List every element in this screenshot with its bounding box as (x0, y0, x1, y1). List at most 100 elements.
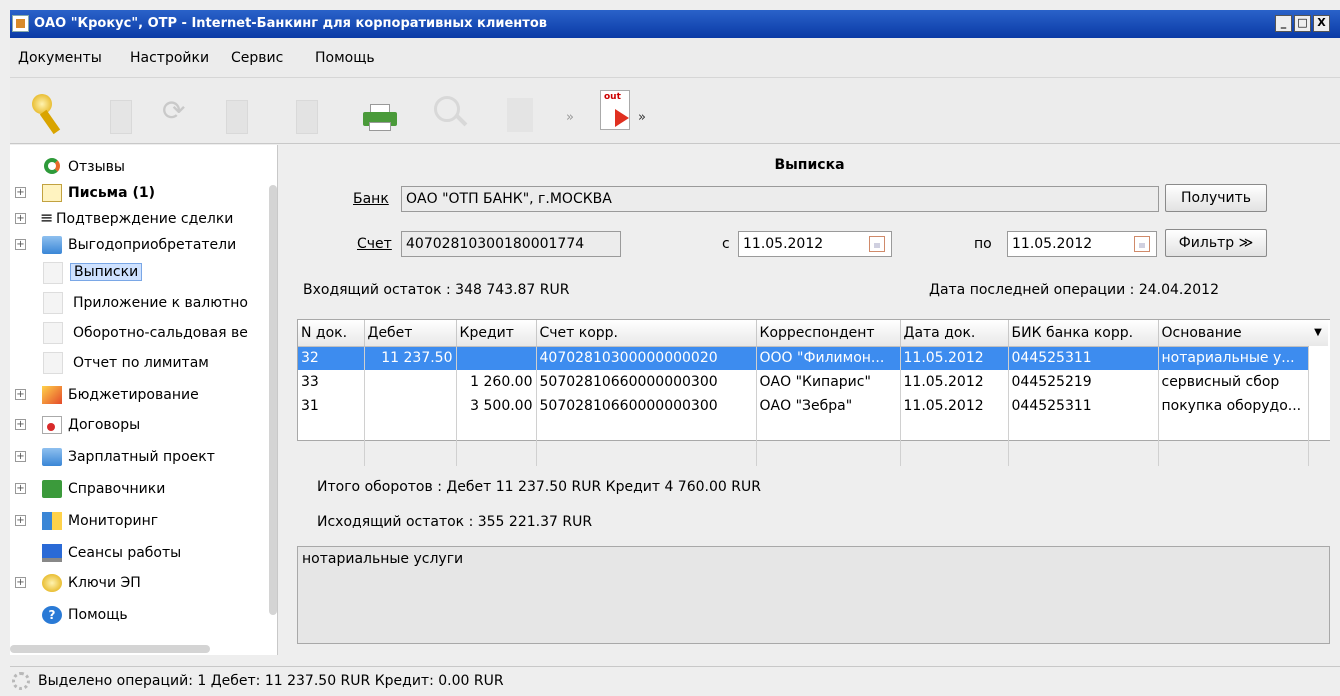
bank-field[interactable]: ОАО "ОТП БАНК", г.МОСКВА (401, 186, 1159, 212)
key-icon[interactable] (30, 88, 70, 134)
account-field[interactable]: 40702810300180001774 (401, 231, 621, 257)
expand-icon[interactable]: + (15, 213, 26, 224)
refresh-icon[interactable]: ⟳ (162, 94, 185, 127)
date-to-field[interactable]: 11.05.2012 (1007, 231, 1157, 257)
sidebar-item-monitoring[interactable]: + Мониторинг (10, 507, 278, 535)
sidebar-item-help[interactable]: ? Помощь (10, 601, 278, 629)
close-button[interactable]: X (1313, 15, 1330, 32)
sidebar-vertical-scrollbar[interactable] (269, 185, 277, 615)
calendar-icon[interactable] (869, 236, 885, 252)
status-bar: Выделено операций: 1 Дебет: 11 237.50 RU… (10, 666, 1340, 696)
sidebar-item-contracts[interactable]: + Договоры (10, 411, 278, 439)
menu-service[interactable]: Сервис (231, 50, 283, 66)
chart-icon (42, 386, 62, 404)
app-icon (12, 15, 29, 32)
column-header[interactable]: БИК банка корр. (1008, 320, 1159, 347)
sidebar-item-currency-appendix[interactable]: Приложение к валютно (10, 289, 278, 317)
opening-balance: Входящий остаток : 348 743.87 RUR (303, 282, 570, 298)
new-document-icon[interactable] (110, 100, 132, 134)
sidebar-item-signature-keys[interactable]: + Ключи ЭП (10, 569, 278, 597)
sidebar-item-directories[interactable]: + Справочники (10, 475, 278, 503)
table-cell: 11 237.50 (364, 346, 457, 370)
sidebar-item-limits-report[interactable]: Отчет по лимитам (10, 349, 278, 377)
sidebar-item-statements[interactable]: Выписки (10, 259, 278, 287)
column-header[interactable]: N док. (298, 320, 365, 347)
table-cell: 1 260.00 (456, 370, 537, 394)
totals-text: Итого оборотов : Дебет 11 237.50 RUR Кре… (317, 479, 761, 495)
table-row[interactable]: 33 1 260.00 50702810660000000300 ОАО "Ки… (298, 370, 1309, 394)
menu-settings[interactable]: Настройки (130, 50, 209, 66)
column-header[interactable]: Дебет (364, 320, 457, 347)
contract-icon (42, 416, 62, 434)
column-header[interactable]: Счет корр. (536, 320, 757, 347)
expand-icon[interactable]: + (15, 187, 26, 198)
payment-description-box: нотариальные услуги (297, 546, 1330, 644)
table-cell: 11.05.2012 (900, 370, 1009, 394)
table-row[interactable]: 32 11 237.50 40702810300000000020 ООО "Ф… (298, 346, 1309, 370)
sidebar-horizontal-scrollbar[interactable] (10, 645, 210, 653)
sidebar-item-label: Оборотно-сальдовая ве (73, 325, 248, 341)
maximize-button[interactable]: □ (1294, 15, 1311, 32)
book-icon (42, 480, 62, 498)
sidebar-item-label: Подтверждение сделки (56, 211, 234, 227)
sidebar-item-feedback[interactable]: Отзывы (10, 153, 278, 181)
sidebar-item-payroll[interactable]: + Зарплатный проект (10, 443, 278, 471)
table-cell: 40702810300000000020 (536, 346, 757, 370)
table-cell: 33 (298, 370, 365, 394)
calendar-icon[interactable] (1134, 236, 1150, 252)
bank-label: Банк (353, 191, 389, 207)
last-operation-date: Дата последней операции : 24.04.2012 (929, 282, 1219, 298)
expand-icon[interactable]: + (15, 239, 26, 250)
sidebar-item-beneficiaries[interactable]: + Выгодоприобретатели (10, 231, 278, 259)
minimize-button[interactable]: _ (1275, 15, 1292, 32)
export-icon[interactable]: out (600, 90, 630, 130)
feedback-icon (44, 158, 60, 174)
sidebar-item-label: Мониторинг (68, 513, 159, 529)
date-from-field[interactable]: 11.05.2012 (738, 231, 892, 257)
navigation-tree: Отзывы + Письма (1) + ≡ Подтверждение сд… (10, 145, 278, 655)
print-icon[interactable] (363, 104, 397, 131)
sidebar-item-letters[interactable]: + Письма (1) (10, 179, 278, 207)
screen-icon (42, 544, 62, 562)
table-cell: ОАО "Зебра" (756, 394, 901, 418)
export-label: out (604, 92, 621, 102)
delete-document-icon[interactable] (226, 100, 248, 134)
column-menu-icon[interactable]: ▼ (1308, 320, 1328, 346)
date-to-label: по (974, 236, 992, 252)
column-header[interactable]: Основание (1158, 320, 1309, 347)
date-to-value: 11.05.2012 (1012, 236, 1093, 252)
table-cell: 11.05.2012 (900, 346, 1009, 370)
get-button[interactable]: Получить (1165, 184, 1267, 212)
sidebar-item-sessions[interactable]: Сеансы работы (10, 539, 278, 567)
document-icon (43, 262, 63, 284)
expand-icon[interactable]: + (15, 451, 26, 462)
column-header[interactable]: Кредит (456, 320, 537, 347)
sidebar-item-deal-confirmation[interactable]: + ≡ Подтверждение сделки (10, 205, 278, 233)
menu-documents[interactable]: Документы (18, 50, 102, 66)
import-icon[interactable] (507, 98, 533, 132)
filter-button[interactable]: Фильтр ≫ (1165, 229, 1267, 257)
search-icon[interactable] (430, 94, 470, 134)
edit-document-icon[interactable] (296, 100, 318, 134)
title-bar[interactable]: ОАО "Крокус", OTP - Internet-Банкинг для… (10, 10, 1340, 38)
document-icon (43, 322, 63, 344)
expand-icon[interactable]: + (15, 515, 26, 526)
menu-help[interactable]: Помощь (315, 50, 375, 66)
table-cell: 50702810660000000300 (536, 394, 757, 418)
table-cell: ООО "Филимон... (756, 346, 901, 370)
sidebar-item-label: Отзывы (68, 159, 125, 175)
export-chevron-icon[interactable]: » (638, 110, 646, 125)
expand-icon[interactable]: + (15, 577, 26, 588)
expand-icon[interactable]: + (15, 389, 26, 400)
sidebar-item-label: Отчет по лимитам (73, 355, 209, 371)
column-header[interactable]: Корреспондент (756, 320, 901, 347)
import-chevron-icon[interactable]: » (566, 110, 574, 125)
sidebar-item-budgeting[interactable]: + Бюджетирование (10, 381, 278, 409)
column-header[interactable]: Дата док. (900, 320, 1009, 347)
keys-icon (42, 574, 62, 592)
expand-icon[interactable]: + (15, 483, 26, 494)
expand-icon[interactable]: + (15, 419, 26, 430)
table-row[interactable]: 31 3 500.00 50702810660000000300 ОАО "Зе… (298, 394, 1309, 418)
sidebar-item-turnover-balance[interactable]: Оборотно-сальдовая ве (10, 319, 278, 347)
spinner-icon (12, 672, 30, 690)
